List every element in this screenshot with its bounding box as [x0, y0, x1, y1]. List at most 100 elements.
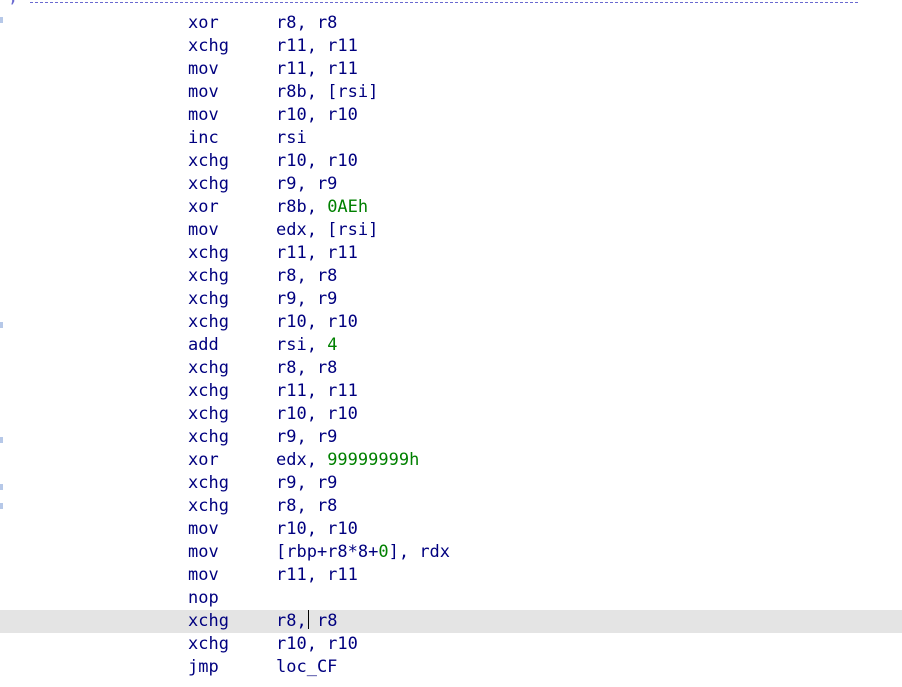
instruction-line[interactable]: jmp loc_CF [0, 656, 902, 679]
instruction-mnemonic[interactable]: mov [188, 541, 219, 564]
instruction-operands[interactable]: r8b, [rsi] [276, 81, 378, 104]
operand-text[interactable]: r9, r9 [276, 427, 337, 447]
instruction-mnemonic[interactable]: xor [188, 449, 219, 472]
operand-text[interactable]: r8b, [276, 197, 327, 217]
instruction-mnemonic[interactable]: xchg [188, 173, 229, 196]
operand-text[interactable]: r8b, [rsi] [276, 82, 378, 102]
instruction-operands[interactable]: r11, r11 [276, 380, 358, 403]
instruction-mnemonic[interactable]: xchg [188, 403, 229, 426]
operand-text[interactable]: r10, r10 [276, 151, 358, 171]
instruction-line[interactable]: xor edx, 99999999h [0, 449, 902, 472]
instruction-operands[interactable]: r10, r10 [276, 633, 358, 656]
instruction-mnemonic[interactable]: mov [188, 58, 219, 81]
instruction-operands[interactable]: r8b, 0AEh [276, 196, 368, 219]
operand-text[interactable]: r10, r10 [276, 519, 358, 539]
operand-text[interactable]: r10, r10 [276, 404, 358, 424]
instruction-operands[interactable]: r11, r11 [276, 35, 358, 58]
instruction-line[interactable]: xchg r8, r8 [0, 265, 902, 288]
operand-text[interactable]: r11, r11 [276, 381, 358, 401]
operand-text[interactable]: r9, r9 [276, 289, 337, 309]
instruction-line[interactable]: inc rsi [0, 127, 902, 150]
instruction-mnemonic[interactable]: xchg [188, 265, 229, 288]
operand-text[interactable]: r8, r8 [276, 266, 337, 286]
instruction-line[interactable]: xchg r9, r9 [0, 472, 902, 495]
instruction-operands[interactable]: r10, r10 [276, 104, 358, 127]
instruction-mnemonic[interactable]: add [188, 334, 219, 357]
instruction-line[interactable]: xchg r9, r9 [0, 426, 902, 449]
instruction-mnemonic[interactable]: xchg [188, 311, 229, 334]
instruction-line[interactable]: xchg r10, r10 [0, 311, 902, 334]
instruction-line[interactable]: xchg r9, r9 [0, 288, 902, 311]
immediate-value[interactable]: 99999999h [327, 450, 419, 470]
immediate-value[interactable]: 4 [327, 335, 337, 355]
operand-text[interactable]: r9, r9 [276, 473, 337, 493]
instruction-line[interactable]: nop [0, 587, 902, 610]
instruction-mnemonic[interactable]: mov [188, 104, 219, 127]
immediate-value[interactable]: 0 [378, 542, 388, 562]
instruction-mnemonic[interactable]: xchg [188, 35, 229, 58]
instruction-mnemonic[interactable]: xchg [188, 150, 229, 173]
operand-text[interactable]: r8, r8 [276, 358, 337, 378]
operand-text[interactable]: r10, r10 [276, 105, 358, 125]
instruction-operands[interactable]: r8, r8 [276, 357, 337, 380]
operand-text[interactable]: r8, r8 [276, 496, 337, 516]
instruction-line[interactable]: mov [rbp+r8*8+0], rdx [0, 541, 902, 564]
instruction-line[interactable]: xchg r10, r10 [0, 403, 902, 426]
operand-text[interactable]: r8, [276, 611, 307, 631]
instruction-mnemonic[interactable]: xchg [188, 610, 229, 633]
instruction-operands[interactable]: r10, r10 [276, 403, 358, 426]
instruction-operands[interactable]: loc_CF [276, 656, 337, 679]
operand-text[interactable]: loc_CF [276, 657, 337, 677]
operand-text[interactable]: [rbp+r8*8+ [276, 542, 378, 562]
current-instruction-line[interactable]: xchg r8, r8 [0, 610, 902, 633]
operand-text[interactable]: rsi [276, 128, 307, 148]
instruction-operands[interactable]: r8, r8 [276, 12, 337, 35]
operand-text[interactable]: r10, r10 [276, 634, 358, 654]
instruction-line[interactable]: xchg r8, r8 [0, 495, 902, 518]
instruction-line[interactable]: xor r8, r8 [0, 12, 902, 35]
instruction-operands[interactable]: r9, r9 [276, 426, 337, 449]
instruction-mnemonic[interactable]: xor [188, 12, 219, 35]
instruction-mnemonic[interactable]: jmp [188, 656, 219, 679]
instruction-line[interactable]: mov edx, [rsi] [0, 219, 902, 242]
instruction-line[interactable]: xchg r11, r11 [0, 35, 902, 58]
instruction-operands[interactable]: [rbp+r8*8+0], rdx [276, 541, 450, 564]
operand-text[interactable]: r11, r11 [276, 36, 358, 56]
instruction-mnemonic[interactable]: xchg [188, 242, 229, 265]
instruction-operands[interactable]: r11, r11 [276, 564, 358, 587]
instruction-line[interactable]: mov r11, r11 [0, 564, 902, 587]
instruction-line[interactable]: xchg r10, r10 [0, 150, 902, 173]
instruction-mnemonic[interactable]: xchg [188, 472, 229, 495]
instruction-mnemonic[interactable]: xchg [188, 288, 229, 311]
instruction-mnemonic[interactable]: xchg [188, 357, 229, 380]
operand-text[interactable]: r11, r11 [276, 243, 358, 263]
instruction-line[interactable]: xchg r9, r9 [0, 173, 902, 196]
instruction-mnemonic[interactable]: xor [188, 196, 219, 219]
instruction-mnemonic[interactable]: nop [188, 587, 219, 610]
instruction-operands[interactable]: rsi [276, 127, 307, 150]
instruction-mnemonic[interactable]: mov [188, 564, 219, 587]
instruction-operands[interactable]: r9, r9 [276, 472, 337, 495]
instruction-operands[interactable]: r8, r8 [276, 610, 337, 633]
operand-text[interactable]: edx, [276, 450, 327, 470]
immediate-value[interactable]: 0AEh [327, 197, 368, 217]
instruction-mnemonic[interactable]: mov [188, 518, 219, 541]
instruction-line[interactable]: mov r11, r11 [0, 58, 902, 81]
instruction-line[interactable]: mov r10, r10 [0, 518, 902, 541]
instruction-operands[interactable]: r8, r8 [276, 495, 337, 518]
instruction-operands[interactable]: r11, r11 [276, 242, 358, 265]
operand-text[interactable]: ], rdx [389, 542, 450, 562]
instruction-mnemonic[interactable]: xchg [188, 380, 229, 403]
instruction-operands[interactable]: r10, r10 [276, 311, 358, 334]
instruction-mnemonic[interactable]: inc [188, 127, 219, 150]
instruction-operands[interactable]: r10, r10 [276, 518, 358, 541]
instruction-line[interactable]: add rsi, 4 [0, 334, 902, 357]
instruction-line[interactable]: xchg r11, r11 [0, 380, 902, 403]
instruction-operands[interactable]: r9, r9 [276, 288, 337, 311]
instruction-mnemonic[interactable]: xchg [188, 633, 229, 656]
operand-text[interactable]: r11, r11 [276, 565, 358, 585]
disassembly-listing[interactable]: xor r8, r8 xchg r11, r11 mov r11, r11 mov r8b, … [0, 12, 902, 679]
instruction-mnemonic[interactable]: mov [188, 219, 219, 242]
instruction-operands[interactable]: r11, r11 [276, 58, 358, 81]
instruction-mnemonic[interactable]: xchg [188, 495, 229, 518]
